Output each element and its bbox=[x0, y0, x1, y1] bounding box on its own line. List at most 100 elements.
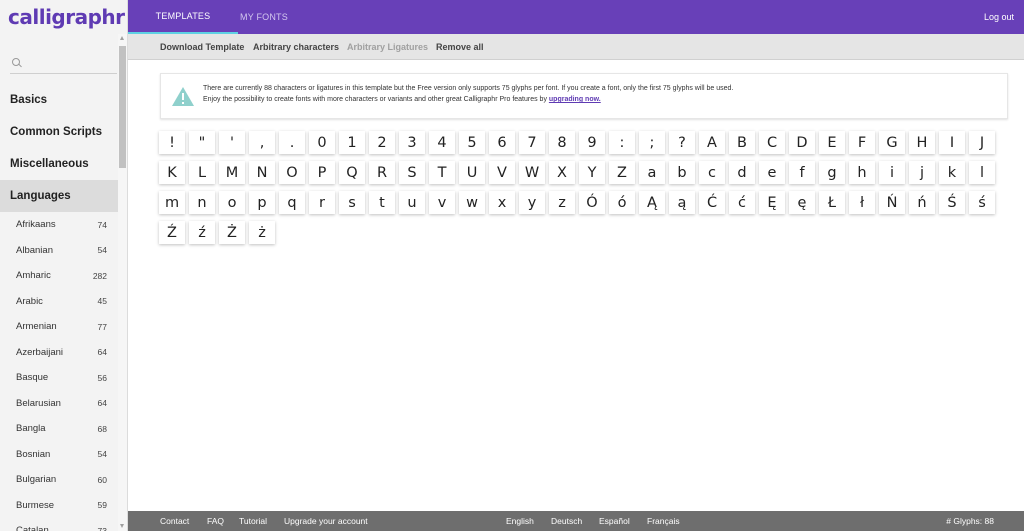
glyph-tile[interactable]: . bbox=[279, 131, 305, 154]
glyph-tile[interactable]: 3 bbox=[399, 131, 425, 154]
language-english-link[interactable]: English bbox=[506, 511, 534, 531]
glyph-tile[interactable]: B bbox=[729, 131, 755, 154]
glyph-tile[interactable]: E bbox=[819, 131, 845, 154]
scroll-up-arrow-icon[interactable] bbox=[120, 36, 124, 40]
language-item[interactable]: Bosnian 54 bbox=[0, 442, 127, 468]
download-template-button[interactable]: Download Template bbox=[160, 34, 244, 60]
glyph-tile[interactable]: G bbox=[879, 131, 905, 154]
glyph-tile[interactable]: ? bbox=[669, 131, 695, 154]
footer-faq-link[interactable]: FAQ bbox=[207, 511, 224, 531]
glyph-tile[interactable]: ś bbox=[969, 191, 995, 214]
glyph-tile[interactable]: W bbox=[519, 161, 545, 184]
glyph-tile[interactable]: Q bbox=[339, 161, 365, 184]
language-item[interactable]: Azerbaijani 64 bbox=[0, 340, 127, 366]
glyph-tile[interactable]: r bbox=[309, 191, 335, 214]
glyph-tile[interactable]: b bbox=[669, 161, 695, 184]
glyph-tile[interactable]: S bbox=[399, 161, 425, 184]
glyph-tile[interactable]: A bbox=[699, 131, 725, 154]
glyph-tile[interactable]: ; bbox=[639, 131, 665, 154]
glyph-tile[interactable]: " bbox=[189, 131, 215, 154]
glyph-tile[interactable]: t bbox=[369, 191, 395, 214]
glyph-tile[interactable]: v bbox=[429, 191, 455, 214]
glyph-tile[interactable]: m bbox=[159, 191, 185, 214]
upgrade-now-link[interactable]: upgrading now. bbox=[549, 96, 601, 103]
glyph-tile[interactable]: T bbox=[429, 161, 455, 184]
sidebar-section-languages[interactable]: Languages bbox=[0, 180, 127, 212]
glyph-tile[interactable]: , bbox=[249, 131, 275, 154]
glyph-tile[interactable]: L bbox=[189, 161, 215, 184]
glyph-tile[interactable]: H bbox=[909, 131, 935, 154]
glyph-tile[interactable]: Z bbox=[609, 161, 635, 184]
glyph-tile[interactable]: U bbox=[459, 161, 485, 184]
glyph-tile[interactable]: K bbox=[159, 161, 185, 184]
glyph-tile[interactable]: f bbox=[789, 161, 815, 184]
language-deutsch-link[interactable]: Deutsch bbox=[551, 511, 582, 531]
glyph-tile[interactable]: ć bbox=[729, 191, 755, 214]
logout-link[interactable]: Log out bbox=[984, 0, 1014, 34]
glyph-tile[interactable]: ń bbox=[909, 191, 935, 214]
language-item[interactable]: Afrikaans 74 bbox=[0, 212, 127, 238]
glyph-tile[interactable]: n bbox=[189, 191, 215, 214]
glyph-tile[interactable]: I bbox=[939, 131, 965, 154]
language-item[interactable]: Bulgarian 60 bbox=[0, 467, 127, 493]
glyph-tile[interactable]: O bbox=[279, 161, 305, 184]
language-item[interactable]: Burmese 59 bbox=[0, 493, 127, 519]
glyph-tile[interactable]: ę bbox=[789, 191, 815, 214]
glyph-tile[interactable]: 4 bbox=[429, 131, 455, 154]
glyph-tile[interactable]: k bbox=[939, 161, 965, 184]
glyph-tile[interactable]: 7 bbox=[519, 131, 545, 154]
glyph-tile[interactable]: ż bbox=[249, 221, 275, 244]
footer-contact-link[interactable]: Contact bbox=[160, 511, 189, 531]
glyph-tile[interactable]: c bbox=[699, 161, 725, 184]
glyph-tile[interactable]: M bbox=[219, 161, 245, 184]
glyph-tile[interactable]: D bbox=[789, 131, 815, 154]
language-item[interactable]: Amharic 282 bbox=[0, 263, 127, 289]
glyph-tile[interactable]: e bbox=[759, 161, 785, 184]
glyph-tile[interactable]: Ć bbox=[699, 191, 725, 214]
glyph-tile[interactable]: d bbox=[729, 161, 755, 184]
glyph-tile[interactable]: 2 bbox=[369, 131, 395, 154]
glyph-tile[interactable]: Ż bbox=[219, 221, 245, 244]
glyph-tile[interactable]: a bbox=[639, 161, 665, 184]
glyph-tile[interactable]: C bbox=[759, 131, 785, 154]
arbitrary-characters-button[interactable]: Arbitrary characters bbox=[253, 34, 339, 60]
search-input[interactable] bbox=[26, 56, 106, 69]
sidebar-scrollbar[interactable] bbox=[118, 34, 127, 531]
glyph-tile[interactable]: ą bbox=[669, 191, 695, 214]
glyph-tile[interactable]: ó bbox=[609, 191, 635, 214]
glyph-tile[interactable]: ' bbox=[219, 131, 245, 154]
glyph-tile[interactable]: Ś bbox=[939, 191, 965, 214]
app-logo[interactable]: calligraphr bbox=[0, 0, 127, 34]
glyph-tile[interactable]: j bbox=[909, 161, 935, 184]
glyph-tile[interactable]: Ą bbox=[639, 191, 665, 214]
glyph-tile[interactable]: s bbox=[339, 191, 365, 214]
glyph-tile[interactable]: 8 bbox=[549, 131, 575, 154]
glyph-tile[interactable]: X bbox=[549, 161, 575, 184]
footer-upgrade-link[interactable]: Upgrade your account bbox=[284, 511, 368, 531]
glyph-tile[interactable]: Ę bbox=[759, 191, 785, 214]
scroll-down-arrow-icon[interactable] bbox=[120, 524, 124, 528]
language-item[interactable]: Belarusian 64 bbox=[0, 391, 127, 417]
glyph-tile[interactable]: F bbox=[849, 131, 875, 154]
glyph-tile[interactable]: z bbox=[549, 191, 575, 214]
glyph-tile[interactable]: 9 bbox=[579, 131, 605, 154]
glyph-tile[interactable]: x bbox=[489, 191, 515, 214]
glyph-tile[interactable]: V bbox=[489, 161, 515, 184]
glyph-tile[interactable]: ź bbox=[189, 221, 215, 244]
glyph-tile[interactable]: ł bbox=[849, 191, 875, 214]
glyph-tile[interactable]: Ń bbox=[879, 191, 905, 214]
glyph-tile[interactable]: o bbox=[219, 191, 245, 214]
glyph-tile[interactable]: Ł bbox=[819, 191, 845, 214]
glyph-tile[interactable]: 5 bbox=[459, 131, 485, 154]
tab-templates[interactable]: TEMPLATES bbox=[128, 0, 238, 34]
arbitrary-ligatures-button[interactable]: Arbitrary Ligatures bbox=[347, 34, 428, 60]
glyph-tile[interactable]: 6 bbox=[489, 131, 515, 154]
glyph-tile[interactable]: N bbox=[249, 161, 275, 184]
language-item[interactable]: Armenian 77 bbox=[0, 314, 127, 340]
glyph-tile[interactable]: Y bbox=[579, 161, 605, 184]
glyph-tile[interactable]: w bbox=[459, 191, 485, 214]
glyph-tile[interactable]: P bbox=[309, 161, 335, 184]
glyph-tile[interactable]: 0 bbox=[309, 131, 335, 154]
glyph-tile[interactable]: g bbox=[819, 161, 845, 184]
glyph-tile[interactable]: J bbox=[969, 131, 995, 154]
